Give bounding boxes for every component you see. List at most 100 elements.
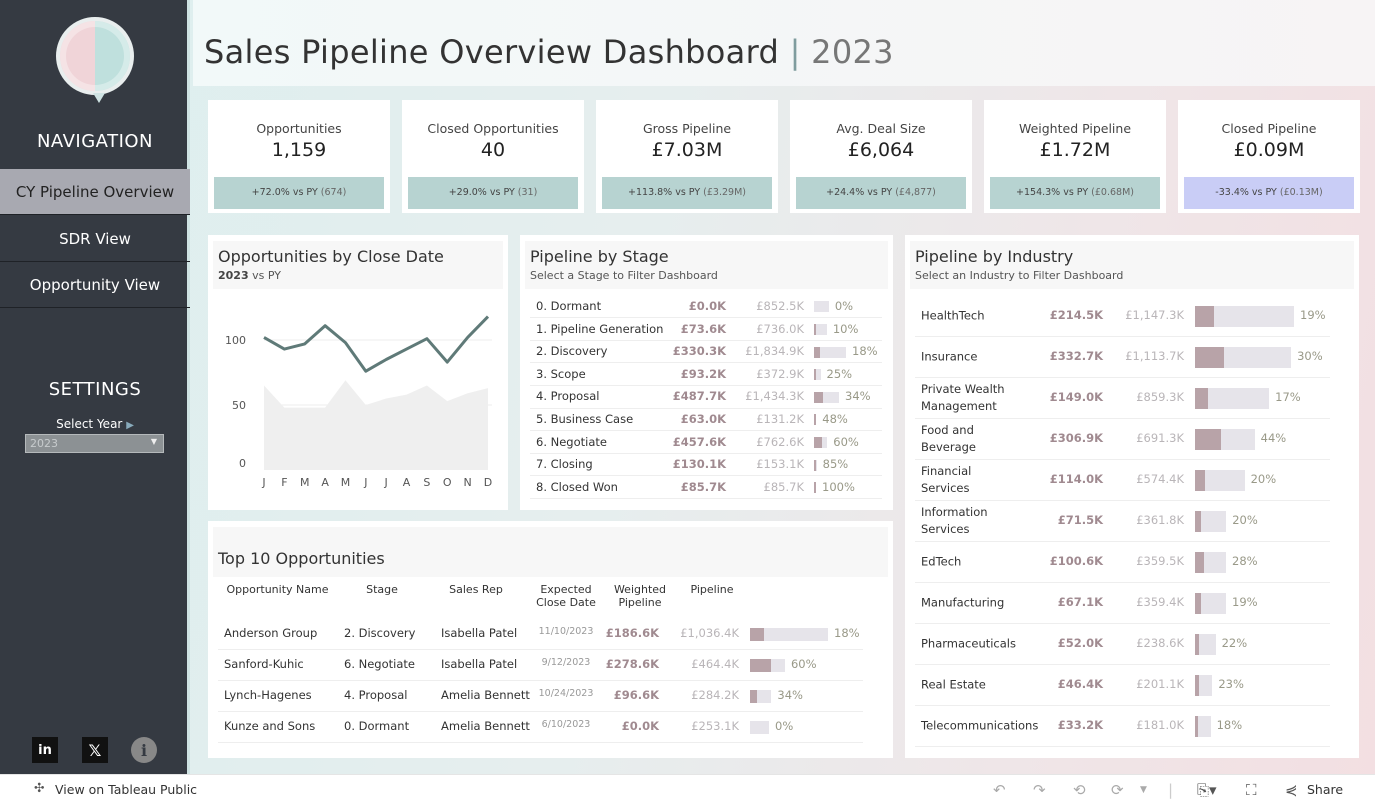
x-tick-label: J xyxy=(363,476,367,489)
industry-name: Pharmaceuticals xyxy=(921,636,1016,650)
kpi-card[interactable]: Avg. Deal Size £6,064 +24.4% vs PY (£4,877… xyxy=(790,100,972,213)
redo-icon[interactable]: ↷ xyxy=(1033,781,1046,799)
kpi-py-value: (674) xyxy=(320,187,347,198)
subtitle-bold: Filter Dashboard xyxy=(1032,269,1124,282)
industry-row[interactable]: Information Services £71.5K £361.8K 20% xyxy=(915,501,1330,542)
top10-pipeline-bar xyxy=(750,720,770,734)
nav-heading: NAVIGATION xyxy=(36,131,154,152)
industry-row[interactable]: Manufacturing £67.1K £359.4K 19% xyxy=(915,583,1330,624)
view-on-tableau-link[interactable]: View on Tableau Public xyxy=(55,782,197,797)
top10-panel[interactable]: Top 10 Opportunities Opportunity Name St… xyxy=(208,521,893,758)
stage-weighted: £487.7K xyxy=(672,389,726,404)
kpi-change: +113.8% vs PY xyxy=(628,187,701,198)
stage-row[interactable]: 4. Proposal £487.7K £1,434.3K 34% xyxy=(530,386,882,409)
undo-icon[interactable]: ↶ xyxy=(993,781,1006,799)
industry-pipeline: £1,147.3K xyxy=(1125,308,1184,322)
industry-weighted: £46.4K xyxy=(1057,677,1103,691)
kpi-card[interactable]: Opportunities 1,159 +72.0% vs PY (674) xyxy=(208,100,390,213)
share-button[interactable]: Share xyxy=(1307,782,1343,797)
industry-name: Real Estate xyxy=(921,677,986,691)
industry-row[interactable]: EdTech £100.6K £359.5K 28% xyxy=(915,542,1330,583)
stage-pipeline: £85.7K xyxy=(763,479,804,494)
top10-date: 10/24/2023 xyxy=(538,688,594,699)
stage-row[interactable]: 2. Discovery £330.3K £1,834.9K 18% xyxy=(530,341,882,364)
nav-item-opportunity-view[interactable]: Opportunity View xyxy=(0,262,190,308)
top10-pipeline: £1,036.4K xyxy=(680,626,739,640)
stage-weighted-bar xyxy=(814,346,820,358)
refresh-icon[interactable]: ⟳ xyxy=(1111,781,1124,799)
top10-rep: Amelia Bennett xyxy=(441,688,530,702)
panel-title: Pipeline by Stage xyxy=(530,247,669,266)
industry-pipeline: £1,113.7K xyxy=(1125,349,1184,363)
close-date-chart[interactable]: 050100J F M A M J J A S O N D xyxy=(208,235,508,510)
stage-panel[interactable]: Pipeline by Stage Select a Stage to Filte… xyxy=(520,235,893,510)
top10-row[interactable]: Anderson Group £186.6K £1,036.4K 18% 2. Disc… xyxy=(218,619,863,650)
x-tick-label: J xyxy=(261,476,265,489)
x-tick-label: F xyxy=(281,476,287,489)
page-title: Sales Pipeline Overview Dashboard | 2023 xyxy=(204,33,894,71)
download-icon[interactable]: ⎘▾ xyxy=(1197,781,1217,799)
share-icon[interactable]: ⋞ xyxy=(1285,781,1298,799)
stage-name: 2. Discovery xyxy=(536,344,608,359)
industry-weighted: £71.5K xyxy=(1057,513,1103,527)
panel-header: Top 10 Opportunities xyxy=(213,527,888,577)
kpi-py-value: (£4,877) xyxy=(895,187,936,198)
stage-row[interactable]: 7. Closing £130.1K £153.1K 85% xyxy=(530,454,882,477)
stage-row[interactable]: 3. Scope £93.2K £372.9K 25% xyxy=(530,364,882,387)
industry-row[interactable]: HealthTech £214.5K £1,147.3K 19% xyxy=(915,296,1330,337)
industry-name: HealthTech xyxy=(921,308,985,322)
stage-weighted: £93.2K xyxy=(680,366,726,381)
industry-weighted-bar xyxy=(1195,387,1208,409)
stage-weighted-bar xyxy=(814,391,823,403)
industry-row[interactable]: Real Estate £46.4K £201.1K 23% xyxy=(915,665,1330,706)
industry-panel[interactable]: Pipeline by Industry Select an Industry t… xyxy=(905,235,1359,758)
industry-row[interactable]: Financial Services £114.0K £574.4K 20% xyxy=(915,460,1330,501)
refresh-dropdown-icon[interactable]: ▼ xyxy=(1140,785,1147,795)
panel-title: Top 10 Opportunities xyxy=(218,549,385,568)
stage-row[interactable]: 5. Business Case £63.0K £131.2K 48% xyxy=(530,409,882,432)
col-header-date: Expected Close Date xyxy=(536,583,596,609)
industry-row[interactable]: Pharmaceuticals £52.0K £238.6K 22% xyxy=(915,624,1330,665)
nav-item-sdr-view[interactable]: SDR View xyxy=(0,216,190,262)
py-area xyxy=(264,380,488,470)
industry-name: Food and Beverage xyxy=(921,422,976,454)
select-year-text: Select Year xyxy=(56,417,123,431)
year-dropdown[interactable]: 2023 ▼ xyxy=(25,434,164,453)
top10-row[interactable]: Sanford-Kuhic £278.6K £464.4K 60% 6. Negotia… xyxy=(218,650,863,681)
kpi-py-value: (£3.29M) xyxy=(703,187,746,198)
industry-row[interactable]: Private Wealth Management £149.0K £859.3K 1… xyxy=(915,378,1330,419)
info-icon[interactable]: i xyxy=(131,737,157,763)
kpi-card[interactable]: Gross Pipeline £7.03M +113.8% vs PY (£3.29… xyxy=(596,100,778,213)
industry-percent: 18% xyxy=(1216,718,1243,732)
stage-name: 7. Closing xyxy=(536,457,593,472)
stage-row[interactable]: 0. Dormant £0.0K £852.5K 0% xyxy=(530,296,882,319)
top10-weighted-bar xyxy=(750,658,771,672)
stage-percent: 85% xyxy=(822,457,849,472)
kpi-card[interactable]: Weighted Pipeline £1.72M +154.3% vs PY (£0… xyxy=(984,100,1166,213)
close-date-panel[interactable]: Opportunities by Close Date 2023 vs PY 05… xyxy=(208,235,508,510)
industry-row[interactable]: Telecommunications £33.2K £181.0K 18% xyxy=(915,706,1330,747)
nav-item-cy-pipeline-overview[interactable]: CY Pipeline Overview xyxy=(0,169,190,215)
top10-row[interactable]: Lynch-Hagenes £96.6K £284.2K 34% 4. Proposal… xyxy=(218,681,863,712)
top10-date: 11/10/2023 xyxy=(538,626,594,637)
x-icon[interactable]: 𝕏 xyxy=(82,737,108,763)
fullscreen-icon[interactable]: ⛶ xyxy=(1246,781,1257,799)
industry-row[interactable]: Insurance £332.7K £1,113.7K 30% xyxy=(915,337,1330,378)
industry-weighted: £149.0K xyxy=(1049,390,1103,404)
top10-row[interactable]: Kunze and Sons £0.0K £253.1K 0% 0. Dormant Am… xyxy=(218,712,863,743)
top10-name: Lynch-Hagenes xyxy=(224,688,312,702)
industry-name: Financial Services xyxy=(921,463,972,495)
industry-percent: 30% xyxy=(1297,349,1323,363)
top10-pipeline: £253.1K xyxy=(691,719,739,733)
industry-row[interactable]: Food and Beverage £306.9K £691.3K 44% xyxy=(915,419,1330,460)
linkedin-icon[interactable]: in xyxy=(32,737,58,763)
tableau-icon: ✣ xyxy=(34,780,45,795)
stage-row[interactable]: 8. Closed Won £85.7K £85.7K 100% xyxy=(530,477,882,500)
revert-icon[interactable]: ⟲ xyxy=(1073,781,1086,799)
kpi-card[interactable]: Closed Opportunities 40 +29.0% vs PY (31) xyxy=(402,100,584,213)
stage-row[interactable]: 6. Negotiate £457.6K £762.6K 60% xyxy=(530,431,882,454)
kpi-card[interactable]: Closed Pipeline £0.09M -33.4% vs PY (£0.13… xyxy=(1178,100,1360,213)
stage-row[interactable]: 1. Pipeline Generation £73.6K £736.0K 10% xyxy=(530,318,882,341)
stage-weighted: £85.7K xyxy=(680,479,726,494)
industry-pipeline-bar xyxy=(1195,633,1216,655)
